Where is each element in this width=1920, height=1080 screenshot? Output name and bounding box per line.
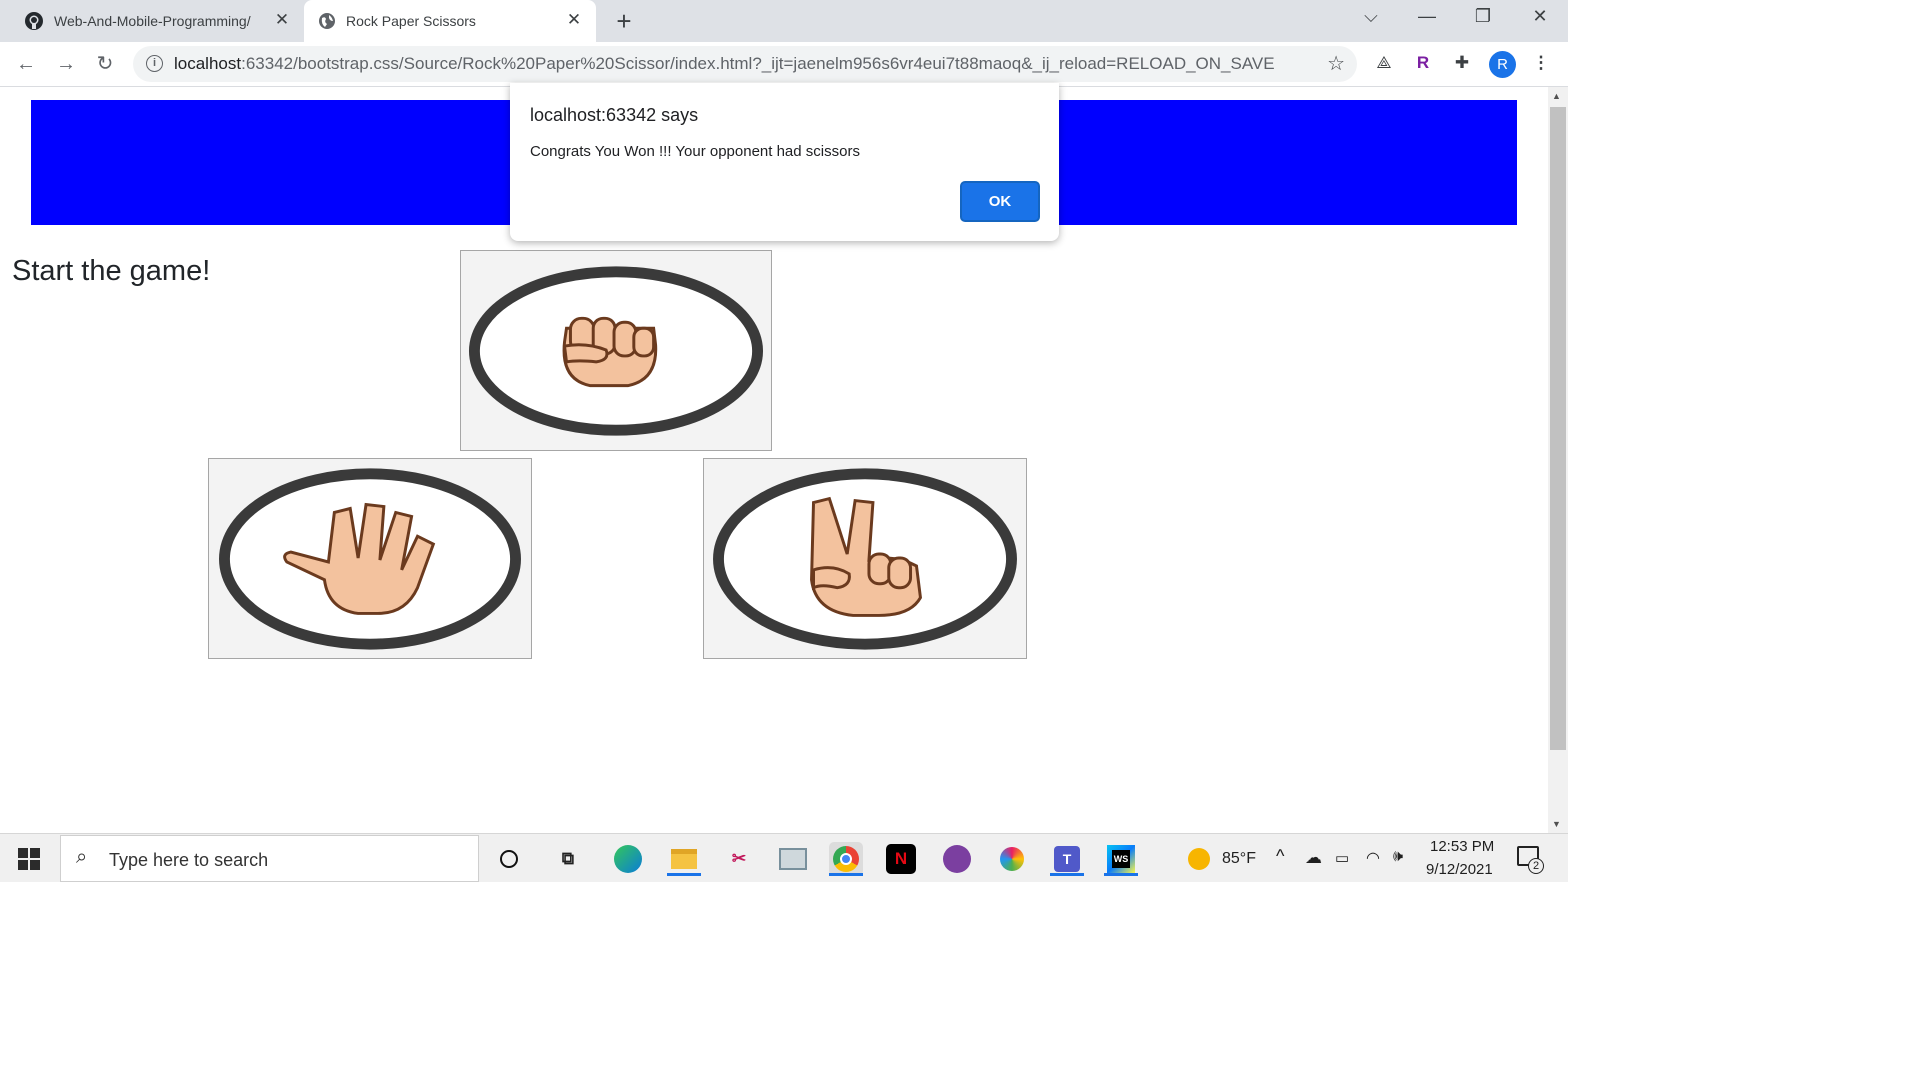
scroll-up-arrow-icon[interactable]: ▲	[1552, 91, 1561, 101]
rock-hand-icon	[468, 266, 764, 436]
cortana-icon[interactable]	[492, 842, 526, 876]
webstorm-icon[interactable]: WS	[1104, 842, 1138, 876]
photos-icon[interactable]	[776, 842, 810, 876]
scissors-hand-icon	[713, 468, 1017, 650]
teams-icon[interactable]: T	[1050, 842, 1084, 876]
snipping-icon[interactable]: ✂	[722, 842, 756, 876]
bookmark-star-icon[interactable]: ☆	[1327, 51, 1345, 76]
browser-toolbar: ← → ↻ i localhost:63342/bootstrap.css/So…	[0, 42, 1568, 87]
scrollbar-thumb[interactable]	[1550, 107, 1566, 750]
onedrive-cloud-icon[interactable]: ☁	[1305, 848, 1322, 868]
back-button[interactable]: ←	[12, 50, 40, 78]
url-path: :63342/bootstrap.css/Source/Rock%20Paper…	[241, 54, 1275, 73]
url-host: localhost	[174, 54, 242, 73]
wifi-icon[interactable]: ◠	[1366, 848, 1380, 868]
weather-temperature[interactable]: 85°F	[1222, 850, 1256, 868]
dialog-message: Congrats You Won !!! Your opponent had s…	[530, 143, 860, 160]
close-window-button[interactable]: ✕	[1525, 6, 1555, 27]
ok-button[interactable]: OK	[960, 181, 1040, 222]
url-text[interactable]: localhost:63342/bootstrap.css/Source/Roc…	[174, 54, 1275, 74]
github-icon	[25, 12, 43, 30]
paint-icon[interactable]	[995, 842, 1029, 876]
info-icon[interactable]: i	[146, 55, 163, 72]
vertical-scrollbar[interactable]: ▲ ▼	[1548, 87, 1568, 833]
windows-start-icon[interactable]	[18, 848, 40, 870]
translate-icon[interactable]: ⟁	[1371, 50, 1397, 76]
minimize-button[interactable]: —	[1412, 6, 1442, 27]
tab-rock-paper-scissors[interactable]: Rock Paper Scissors ✕	[304, 0, 596, 42]
search-icon: ⌕	[76, 846, 88, 868]
paper-choice-button[interactable]	[208, 458, 532, 659]
reload-button[interactable]: ↻	[91, 50, 119, 78]
file-explorer-icon[interactable]	[667, 842, 701, 876]
scroll-down-arrow-icon[interactable]: ▼	[1552, 819, 1561, 829]
paper-hand-icon	[219, 468, 521, 650]
tab-title: Web-And-Mobile-Programming/	[54, 13, 251, 29]
notification-count-badge: 2	[1528, 858, 1544, 874]
tab-github[interactable]: Web-And-Mobile-Programming/ ✕	[10, 0, 304, 42]
restore-button[interactable]: ❐	[1468, 6, 1498, 27]
search-placeholder: Type here to search	[109, 850, 269, 870]
tab-strip: Web-And-Mobile-Programming/ ✕ Rock Paper…	[0, 0, 1568, 42]
new-tab-button[interactable]: +	[610, 6, 638, 37]
windows-taskbar: ⌕ Type here to search ⧉ ✂ N T WS 85°F ^ …	[0, 833, 1568, 882]
netflix-icon[interactable]: N	[886, 844, 916, 874]
chrome-icon[interactable]	[829, 842, 863, 876]
weather-sun-icon[interactable]	[1188, 848, 1210, 870]
menu-icon[interactable]: ⋮	[1528, 50, 1554, 76]
alert-dialog: localhost:63342 says Congrats You Won !!…	[510, 83, 1059, 241]
dialog-title: localhost:63342 says	[530, 105, 699, 125]
avatar[interactable]: R	[1489, 51, 1516, 78]
github-desktop-icon[interactable]	[940, 842, 974, 876]
rock-choice-button[interactable]	[460, 250, 772, 451]
clock-time[interactable]: 12:53 PM	[1430, 838, 1494, 855]
close-icon[interactable]: ✕	[272, 10, 292, 30]
taskbar-search-input[interactable]: ⌕ Type here to search	[60, 835, 479, 882]
close-icon[interactable]: ✕	[564, 10, 584, 30]
globe-icon	[319, 13, 335, 29]
forward-button[interactable]: →	[52, 50, 80, 78]
volume-icon[interactable]: 🕪	[1393, 848, 1403, 866]
tab-search-icon[interactable]: ⌵	[1356, 6, 1386, 27]
chevron-up-icon[interactable]: ^	[1276, 846, 1284, 867]
scissors-choice-button[interactable]	[703, 458, 1027, 659]
puzzle-icon[interactable]: ✚	[1449, 50, 1475, 76]
start-heading: Start the game!	[12, 255, 211, 287]
address-bar[interactable]: i localhost:63342/bootstrap.css/Source/R…	[133, 46, 1357, 82]
battery-icon[interactable]: ▭	[1335, 849, 1349, 867]
clock-date[interactable]: 9/12/2021	[1426, 861, 1493, 878]
r-extension-icon[interactable]: R	[1410, 50, 1436, 76]
tab-title: Rock Paper Scissors	[346, 13, 476, 29]
edge-icon[interactable]	[611, 842, 645, 876]
task-view-icon[interactable]: ⧉	[551, 842, 585, 876]
